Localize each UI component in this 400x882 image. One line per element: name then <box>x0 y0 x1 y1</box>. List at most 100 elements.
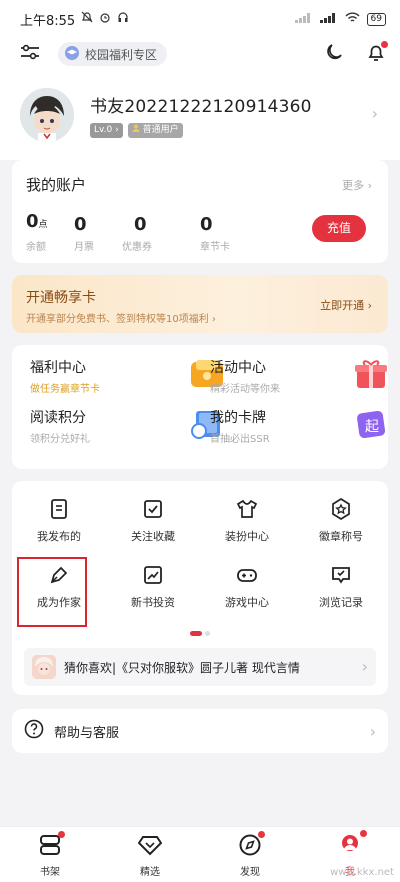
book-cover-avatar <box>32 655 56 679</box>
status-bar: 上午8:55 69 <box>0 0 400 38</box>
nav-featured[interactable]: 精选 <box>100 827 200 882</box>
alarm-icon <box>99 11 111 27</box>
shortcut-become-author[interactable]: 成为作家 <box>12 557 106 627</box>
campus-chip-label: 校园福利专区 <box>85 47 158 62</box>
mute-icon <box>81 11 93 27</box>
avatar[interactable] <box>20 88 74 142</box>
account-title: 我的账户 <box>26 176 87 194</box>
account-chapter-card[interactable]: 0 章节卡 <box>200 214 256 254</box>
badge-star-icon <box>329 497 353 521</box>
page-indicator <box>12 631 388 636</box>
compass-icon <box>238 834 262 860</box>
recommendation-chevron-icon: › <box>361 657 368 676</box>
reading-points-title: 阅读积分 <box>30 410 86 426</box>
wifi-icon <box>345 12 360 26</box>
headphones-icon <box>117 11 129 27</box>
username: 书友20221222120914360 <box>90 97 312 117</box>
welfare-center[interactable]: 福利中心 做任务赢章节卡 <box>30 357 223 407</box>
signal-hd-icon <box>319 12 338 26</box>
profile-chevron-right-icon: › <box>371 104 378 123</box>
chapter-card-value: 0 <box>200 214 213 235</box>
help-service-row[interactable]: 帮助与客服 › <box>12 709 388 753</box>
nav-featured-label: 精选 <box>140 867 160 878</box>
shortcut-badge-title[interactable]: 徽章称号 <box>294 495 388 561</box>
reading-points[interactable]: 阅读积分 领积分兑好礼 <box>30 407 220 457</box>
level-text: Lv.0 <box>94 125 113 135</box>
question-circle-icon <box>24 719 44 743</box>
checked-box-icon <box>141 497 165 521</box>
status-time: 上午8:55 <box>20 13 76 29</box>
nav-discover-label: 发现 <box>240 867 260 878</box>
balance-label: 余额 <box>26 242 46 253</box>
diamond-icon <box>137 834 163 860</box>
account-more-link[interactable]: 更多 › <box>342 177 372 193</box>
nav-bookshelf-label: 书架 <box>40 867 60 878</box>
shortcut-follow-favorites[interactable]: 关注收藏 <box>106 495 200 561</box>
svg-text:起: 起 <box>365 419 379 435</box>
shortcut-dressup-center[interactable]: 装扮中心 <box>200 495 294 561</box>
account-monthly-ticket[interactable]: 0 月票 <box>74 214 120 254</box>
shortcut-browse-history[interactable]: 浏览记录 <box>294 561 388 627</box>
shortcut-new-book-invest-label: 新书投资 <box>131 596 175 609</box>
gamepad-icon <box>235 563 259 587</box>
gift-icon <box>354 359 388 389</box>
recharge-button[interactable]: 充值 <box>312 215 366 242</box>
welfare-center-subtitle: 做任务赢章节卡 <box>30 384 100 395</box>
recommendation-text: 猜你喜欢|《只对你服软》圆子儿著 现代言情 <box>64 660 300 675</box>
shortcut-dressup-center-label: 装扮中心 <box>225 530 269 543</box>
nav-discover[interactable]: 发现 <box>200 827 300 882</box>
account-coupon[interactable]: 0 优惠券 <box>122 214 178 254</box>
signal-icon <box>294 12 313 26</box>
settings-sliders-icon[interactable] <box>20 44 40 64</box>
account-more-text: 更多 <box>342 179 365 192</box>
shortcut-new-book-invest[interactable]: 新书投资 <box>106 561 200 627</box>
monthly-ticket-label: 月票 <box>74 242 94 253</box>
user-badge-icon <box>132 124 143 135</box>
user-type-badge: 普通用户 <box>127 123 183 138</box>
recommendation-bar[interactable]: 猜你喜欢|《只对你服软》圆子儿著 现代言情 › <box>24 648 376 686</box>
shortcut-game-center[interactable]: 游戏中心 <box>200 561 294 627</box>
chapter-card-label: 章节卡 <box>200 242 230 253</box>
graduation-cap-icon <box>64 45 80 63</box>
bookshelf-icon <box>38 834 62 860</box>
notification-dot <box>381 41 388 48</box>
page-dot-inactive <box>205 631 210 636</box>
me-dot <box>360 830 367 837</box>
bottom-nav: 书架 精选 发现 我 www.kkx.net <box>0 826 400 882</box>
shortcut-game-center-label: 游戏中心 <box>225 596 269 609</box>
card-draw-icon: 起 <box>354 409 388 439</box>
monthly-ticket-value: 0 <box>74 214 87 235</box>
coupon-label: 优惠券 <box>122 242 152 253</box>
user-type-text: 普通用户 <box>142 125 179 135</box>
night-mode-moon-icon[interactable] <box>324 42 344 66</box>
user-active-icon <box>338 834 362 860</box>
shortcut-badge-title-label: 徽章称号 <box>319 530 363 543</box>
tshirt-icon <box>235 497 259 521</box>
help-chevron-icon: › <box>369 721 376 741</box>
discover-dot <box>258 831 265 838</box>
vip-open-button[interactable]: 立即开通 › <box>320 297 372 313</box>
highlight-box <box>17 557 87 627</box>
profile-header[interactable]: 书友20221222120914360 Lv.0 › 普通用户 › <box>0 70 400 160</box>
shortcut-browse-history-label: 浏览记录 <box>319 596 363 609</box>
battery-indicator: 69 <box>366 12 386 26</box>
welfare-center-title: 福利中心 <box>30 360 86 376</box>
shortcut-my-posts[interactable]: 我发布的 <box>12 495 106 561</box>
campus-welfare-chip[interactable]: 校园福利专区 <box>58 42 168 66</box>
shortcut-card: 我发布的 关注收藏 装扮中心 徽章称号 成为作家 新书投资 游戏中心 浏览记录 … <box>12 481 388 695</box>
vip-card[interactable]: 开通畅享卡 开通享部分免费书、签到特权等10项福利 › 立即开通 › <box>12 275 388 333</box>
account-card: 我的账户 更多 › 0点 余额 0 月票 0 优惠券 0 章节卡 充值 <box>12 160 388 263</box>
page-dot-active <box>190 631 202 636</box>
notification-bell-icon[interactable] <box>366 41 388 66</box>
nav-bookshelf[interactable]: 书架 <box>0 827 100 882</box>
activity-center[interactable]: 活动中心 精彩活动等你来 <box>210 357 390 407</box>
account-balance[interactable]: 0点 余额 <box>26 211 72 254</box>
level-badge[interactable]: Lv.0 › <box>90 123 123 138</box>
reading-points-subtitle: 领积分兑好礼 <box>30 434 90 445</box>
shortcut-follow-favorites-label: 关注收藏 <box>131 530 175 543</box>
balance-value: 0 <box>26 211 39 232</box>
balance-unit: 点 <box>38 220 48 230</box>
bookshelf-dot <box>58 831 65 838</box>
my-cards[interactable]: 我的卡牌 首抽必出SSR 起 <box>210 407 390 457</box>
coupon-value: 0 <box>134 214 147 235</box>
